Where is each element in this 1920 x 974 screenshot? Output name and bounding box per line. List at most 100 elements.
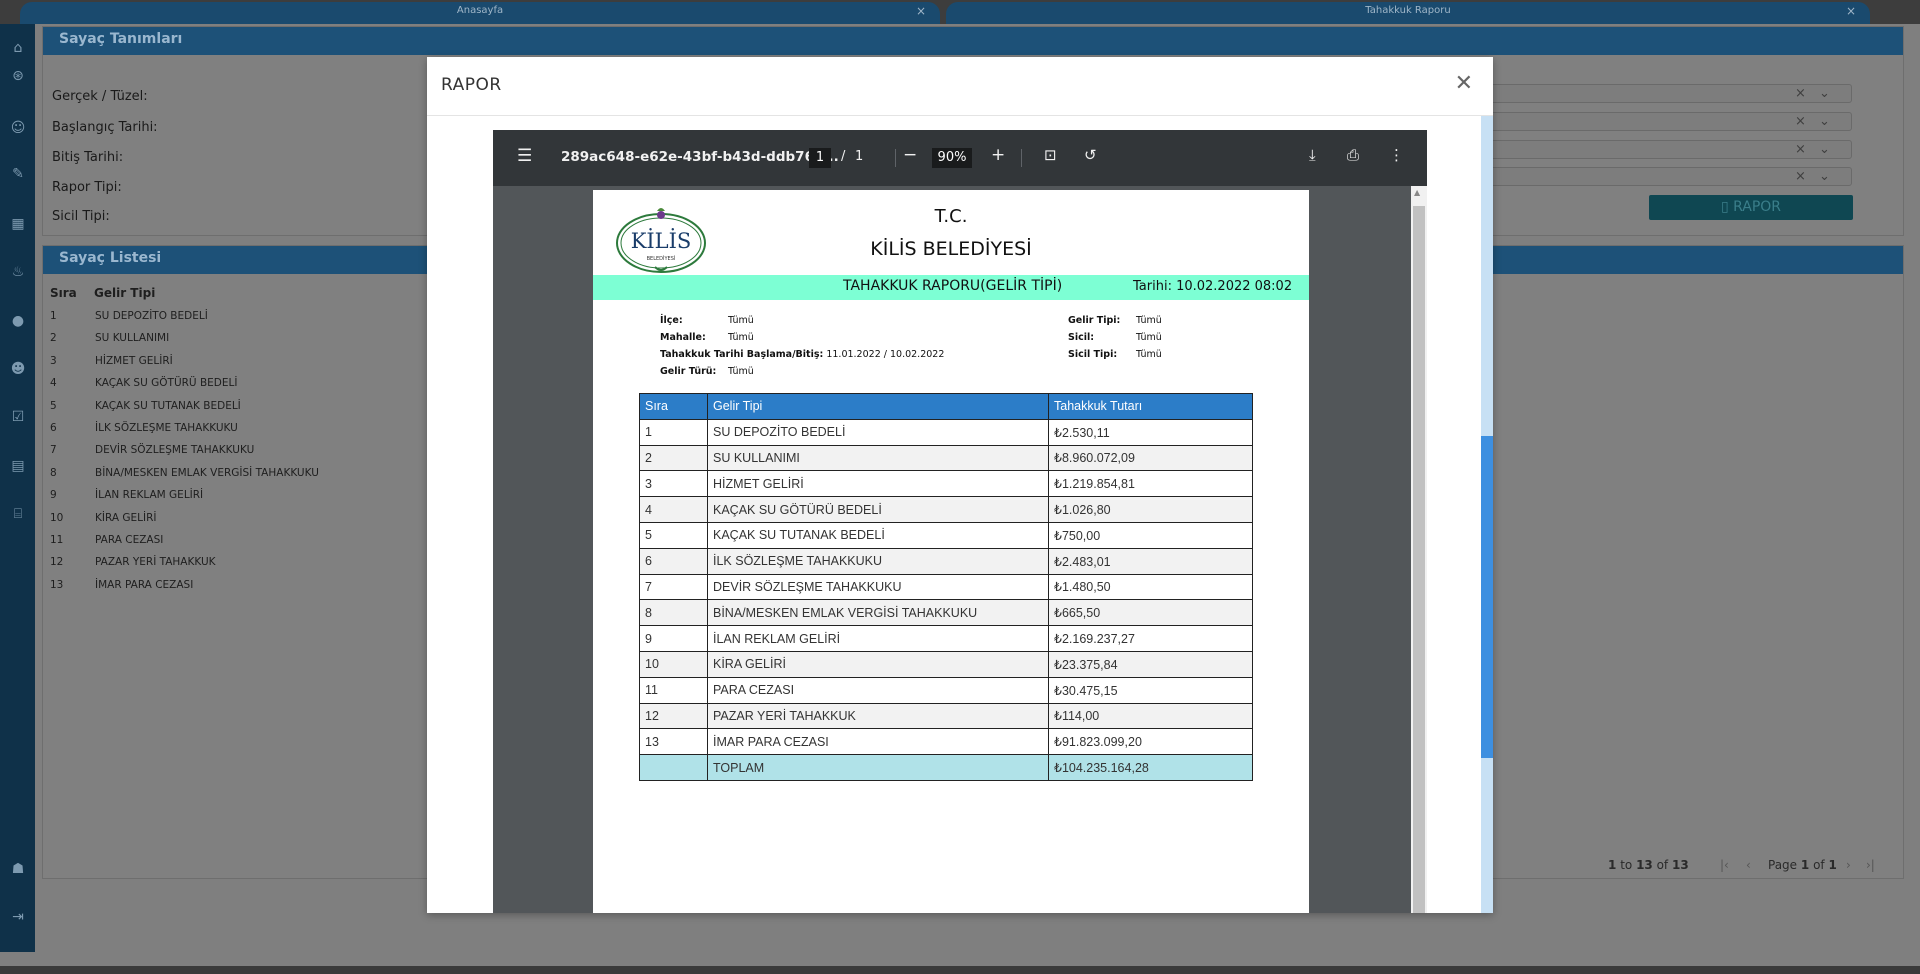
table-cell-amount: ₺23.375,84 — [1048, 650, 1253, 678]
gercek-tuzel-select[interactable]: × ⌄ — [1478, 84, 1852, 103]
page-number-input[interactable]: 1 — [809, 148, 831, 168]
pdf-scrollbar-thumb[interactable] — [1413, 206, 1425, 913]
bank-icon[interactable]: ⌸ — [8, 504, 28, 524]
list-item[interactable]: 2 SU KULLANIMI — [50, 332, 450, 354]
next-page-icon[interactable]: › — [1846, 858, 1851, 872]
total-label: TOPLAM — [707, 754, 1049, 781]
table-row: 9 İLAN REKLAM GELİRİ ₺2.169.237,27 — [639, 625, 1253, 652]
zoom-input[interactable]: 90% — [932, 148, 972, 168]
close-icon[interactable]: × — [916, 2, 926, 20]
divider — [895, 149, 896, 167]
last-page-icon[interactable]: ›| — [1866, 858, 1875, 872]
table-cell-name: HİZMET GELİRİ — [707, 470, 1049, 498]
tab-tahakkuk-raporu[interactable]: Tahakkuk Raporu × — [946, 2, 1870, 24]
pager-total: 13 — [1672, 858, 1689, 872]
zoom-out-icon[interactable]: − — [903, 145, 917, 165]
chevron-down-icon[interactable]: ⌄ — [1819, 113, 1830, 130]
edit-icon[interactable]: ✎ — [8, 164, 28, 184]
checklist-icon[interactable]: ☑ — [8, 407, 28, 427]
more-options-icon[interactable]: ⋮ — [1389, 146, 1404, 164]
meta-sicil-tipi: Sicil Tipi: Tümü — [1068, 349, 1162, 360]
pager-to: 13 — [1636, 858, 1653, 872]
column-header-gelir-tipi[interactable]: Gelir Tipi — [94, 286, 155, 300]
report-icon[interactable]: ▤ — [8, 456, 28, 476]
modal-title: RAPOR — [441, 75, 502, 95]
table-row: 6 İLK SÖZLEŞME TAHAKKUKU ₺2.483,01 — [639, 547, 1253, 575]
list-item-name: BİNA/MESKEN EMLAK VERGİSİ TAHAKKUKU — [95, 466, 319, 479]
rapor-button[interactable]: ▯ RAPOR — [1649, 195, 1853, 220]
scroll-up-icon[interactable]: ▲ — [1414, 188, 1420, 197]
fit-page-icon[interactable]: ⊡ — [1044, 146, 1057, 164]
table-row: 12 PAZAR YERİ TAHAKKUK ₺114,00 — [639, 702, 1253, 730]
hand-water-icon[interactable]: ♨ — [8, 262, 28, 282]
user-icon[interactable]: ☺ — [8, 118, 28, 138]
water-drop-icon[interactable]: ● — [8, 311, 28, 331]
logout-icon[interactable]: ⇥ — [8, 907, 28, 927]
list-item[interactable]: 13 İMAR PARA CEZASI — [50, 579, 450, 601]
chevron-down-icon[interactable]: ⌄ — [1819, 141, 1830, 158]
list-item[interactable]: 1 SU DEPOZİTO BEDELİ — [50, 310, 450, 332]
document-icon: ▯ — [1720, 199, 1734, 215]
rapor-tipi-select[interactable]: × ⌄ — [1478, 167, 1852, 186]
clear-icon[interactable]: × — [1795, 141, 1806, 158]
list-item[interactable]: 12 PAZAR YERİ TAHAKKUK — [50, 556, 450, 578]
modal-scrollbar-thumb[interactable] — [1481, 436, 1493, 758]
pdf-page: KİLİS BELEDİYESİ T.C. KİLİS BELEDİYESİ T… — [593, 190, 1309, 913]
list-item[interactable]: 6 İLK SÖZLEŞME TAHAKKUKU — [50, 422, 450, 444]
list-item[interactable]: 7 DEVİR SÖZLEŞME TAHAKKUKU — [50, 444, 450, 466]
table-cell-no: 4 — [639, 496, 708, 523]
list-item-no: 4 — [50, 377, 57, 390]
pdf-viewer: ☰ 289ac648-e62e-43bf-b43d-ddb769... 1 / … — [493, 130, 1427, 913]
table-cell-name: KAÇAK SU GÖTÜRÜ BEDELİ — [707, 496, 1049, 523]
download-icon[interactable]: ⤓ — [1309, 146, 1316, 164]
chevron-down-icon[interactable]: ⌄ — [1819, 168, 1830, 185]
meta-ilce: İlçe: Tümü — [660, 315, 754, 326]
admin-icon[interactable]: ☗ — [8, 859, 28, 879]
form-label: Bitiş Tarihi: — [52, 150, 124, 165]
list-item[interactable]: 5 KAÇAK SU TUTANAK BEDELİ — [50, 400, 450, 422]
list-item[interactable]: 8 BİNA/MESKEN EMLAK VERGİSİ TAHAKKUKU — [50, 467, 450, 489]
login-icon[interactable]: ⊛ — [8, 66, 28, 86]
table-cell-no: 2 — [639, 444, 708, 472]
close-icon[interactable]: ✕ — [1455, 71, 1473, 96]
clear-icon[interactable]: × — [1795, 168, 1806, 185]
list-item[interactable]: 11 PARA CEZASI — [50, 534, 450, 556]
list-item-no: 1 — [50, 310, 57, 322]
divider — [427, 115, 1493, 116]
pager-to-word: to — [1620, 858, 1633, 872]
zoom-in-icon[interactable]: + — [991, 145, 1005, 165]
table-cell-name: KİRA GELİRİ — [707, 650, 1049, 678]
first-page-icon[interactable]: |‹ — [1720, 858, 1729, 872]
list-item-name: PARA CEZASI — [95, 534, 164, 546]
rotate-icon[interactable]: ↺ — [1084, 146, 1097, 164]
list-item-no: 9 — [50, 489, 57, 502]
list-item[interactable]: 4 KAÇAK SU GÖTÜRÜ BEDELİ — [50, 377, 450, 399]
bitis-tarihi-select[interactable]: × ⌄ — [1478, 140, 1852, 159]
list-item[interactable]: 10 KİRA GELİRİ — [50, 512, 450, 534]
dashboard-icon[interactable]: ▦ — [8, 214, 28, 234]
print-icon[interactable]: ⎙ — [1347, 146, 1359, 164]
pager-of-word: of — [1813, 858, 1825, 872]
prev-page-icon[interactable]: ‹ — [1746, 858, 1751, 872]
users-icon[interactable]: ☻ — [8, 359, 28, 379]
tab-home[interactable]: Anasayfa × — [20, 2, 940, 24]
clear-icon[interactable]: × — [1795, 85, 1806, 102]
baslangic-tarihi-select[interactable]: × ⌄ — [1478, 112, 1852, 131]
chevron-down-icon[interactable]: ⌄ — [1819, 85, 1830, 102]
list-item-name: KAÇAK SU TUTANAK BEDELİ — [95, 399, 241, 412]
column-header-sira[interactable]: Sıra — [50, 286, 77, 300]
list-item[interactable]: 9 İLAN REKLAM GELİRİ — [50, 489, 450, 511]
clear-icon[interactable]: × — [1795, 113, 1806, 130]
menu-icon[interactable]: ☰ — [517, 146, 532, 166]
table-cell-no: 3 — [639, 470, 708, 498]
report-title-band: TAHAKKUK RAPORU(GELİR TİPİ) Tarihi: 10.0… — [593, 275, 1309, 300]
list-item-no: 3 — [50, 354, 57, 367]
rapor-modal: RAPOR ✕ ☰ 289ac648-e62e-43bf-b43d-ddb769… — [427, 57, 1493, 913]
meta-gelir-turu: Gelir Türü: Tümü — [660, 366, 754, 377]
pdf-toolbar: ☰ 289ac648-e62e-43bf-b43d-ddb769... 1 / … — [493, 130, 1427, 186]
close-icon[interactable]: × — [1846, 2, 1856, 20]
table-row: 2 SU KULLANIMI ₺8.960.072,09 — [639, 444, 1253, 472]
home-icon[interactable]: ⌂ — [8, 38, 28, 58]
page-total: 1 — [855, 149, 864, 164]
list-item[interactable]: 3 HİZMET GELİRİ — [50, 355, 450, 377]
